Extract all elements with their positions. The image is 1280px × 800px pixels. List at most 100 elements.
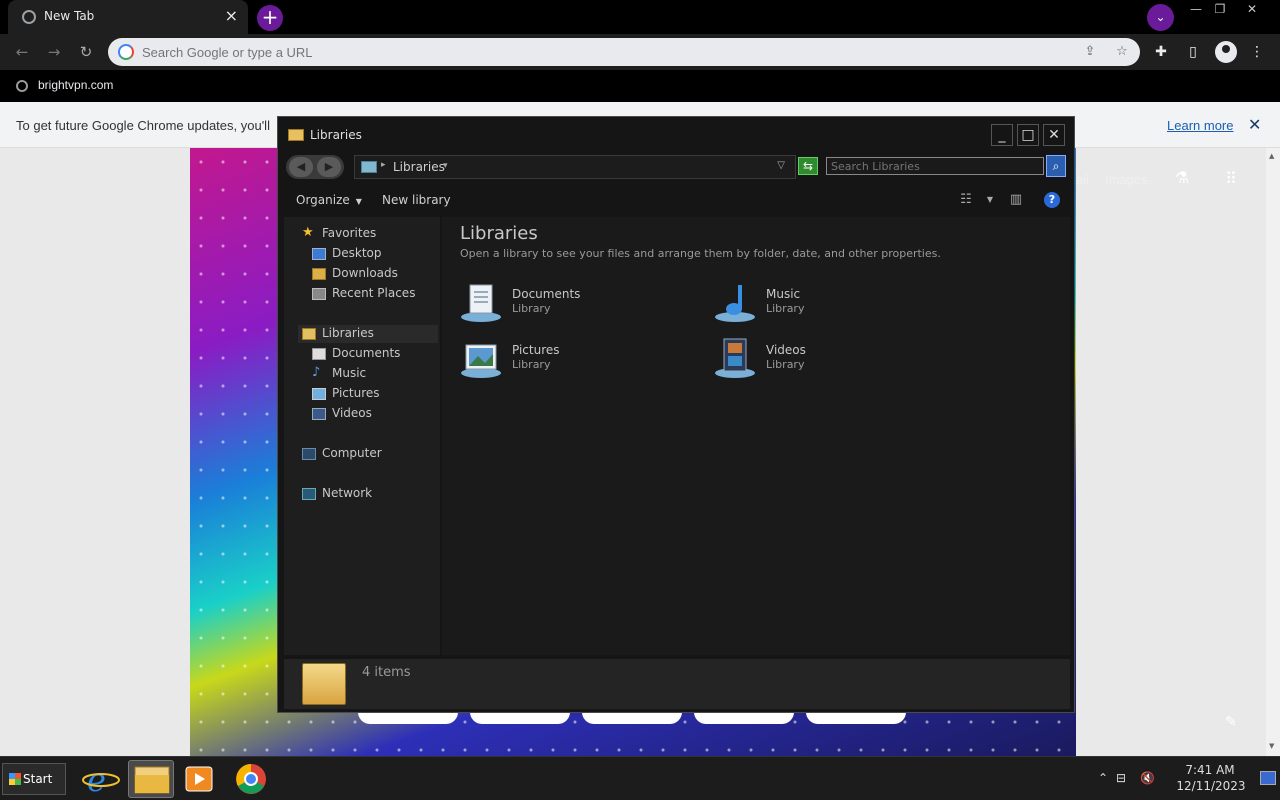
explorer-maximize-button[interactable]: □ xyxy=(1017,124,1039,146)
tab-search-chevron-icon[interactable]: ⌄ xyxy=(1147,4,1174,31)
file-explorer-icon[interactable] xyxy=(128,760,174,798)
show-desktop-icon[interactable] xyxy=(1260,771,1276,785)
breadcrumb-chevron-icon[interactable]: ▾ xyxy=(443,161,448,171)
reload-icon[interactable]: ↻ xyxy=(76,42,96,62)
tray-expand-icon[interactable]: ⌃ xyxy=(1098,771,1108,785)
nav-recent-places[interactable]: Recent Places xyxy=(312,285,432,303)
restore-icon[interactable]: ❐ xyxy=(1208,0,1232,20)
shortcut-tile[interactable] xyxy=(694,712,794,724)
nav-videos[interactable]: Videos xyxy=(312,405,432,423)
shortcut-tile[interactable] xyxy=(806,712,906,724)
forward-button[interactable]: ▶ xyxy=(317,157,341,177)
nav-favorites-label: Favorites xyxy=(322,226,377,240)
infobar-message: To get future Google Chrome updates, you… xyxy=(16,118,270,133)
windows-logo-icon xyxy=(9,773,21,785)
address-bar[interactable]: ▸ Libraries ▾ ▽ xyxy=(354,155,796,179)
infobar-close-icon[interactable]: ✕ xyxy=(1248,115,1261,134)
explorer-close-button[interactable]: ✕ xyxy=(1043,124,1065,146)
library-name: Pictures xyxy=(512,343,560,357)
extensions-icon[interactable]: ✚ xyxy=(1152,43,1170,61)
omnibox[interactable]: ⇪ ☆ xyxy=(108,38,1140,66)
library-type: Library xyxy=(512,302,551,315)
breadcrumb-arrow-icon[interactable]: ▸ xyxy=(381,160,386,170)
nav-pictures[interactable]: Pictures xyxy=(312,385,432,403)
bookmark-star-icon[interactable]: ☆ xyxy=(1114,44,1130,60)
address-dropdown-icon[interactable]: ▽ xyxy=(777,160,785,171)
item-count: 4 items xyxy=(362,665,411,680)
refresh-button[interactable]: ⇆ xyxy=(798,157,818,175)
minimize-icon[interactable]: — xyxy=(1184,0,1208,20)
clock-date[interactable]: 12/11/2023 xyxy=(1166,779,1256,793)
preview-pane-icon[interactable]: ▥ xyxy=(1008,192,1024,208)
explorer-minimize-button[interactable]: _ xyxy=(991,124,1013,146)
downloads-icon xyxy=(312,268,326,280)
computer-icon xyxy=(302,448,316,460)
nav-music[interactable]: ♪ Music xyxy=(312,365,432,383)
nav-computer[interactable]: Computer xyxy=(302,445,432,463)
library-documents[interactable]: Documents Library xyxy=(458,279,698,327)
shortcut-tile[interactable] xyxy=(470,712,570,724)
media-player-icon[interactable] xyxy=(176,760,222,798)
videos-library-icon xyxy=(715,338,755,378)
customize-pencil-icon[interactable]: ✎ xyxy=(1225,714,1237,730)
library-music[interactable]: Music Library xyxy=(712,279,952,327)
view-dropdown-icon[interactable]: ▼ xyxy=(982,192,998,208)
bookmark-brightvpn[interactable]: brightvpn.com xyxy=(38,78,113,92)
change-view-icon[interactable]: ☷ xyxy=(958,192,974,208)
taskbar: Start e ⌃ ⊟ 🔇 7:41 AM 12/11/2023 xyxy=(0,756,1280,800)
shortcut-tile[interactable] xyxy=(358,712,458,724)
profile-avatar[interactable] xyxy=(1215,41,1237,63)
side-panel-icon[interactable]: ▯ xyxy=(1184,43,1202,61)
scroll-down-icon[interactable]: ▼ xyxy=(1269,742,1274,750)
help-icon[interactable]: ? xyxy=(1044,192,1060,208)
nav-downloads[interactable]: Downloads xyxy=(312,265,432,283)
nav-downloads-label: Downloads xyxy=(332,266,398,280)
back-button[interactable]: ◀ xyxy=(289,157,313,177)
network-tray-icon[interactable]: ⊟ xyxy=(1116,771,1126,785)
tab-new-tab[interactable]: New Tab × xyxy=(8,0,248,34)
library-name: Music xyxy=(766,287,801,301)
share-icon[interactable]: ⇪ xyxy=(1082,44,1098,60)
new-tab-button[interactable]: + xyxy=(257,5,283,31)
page-scrollbar[interactable]: ▲ ▼ xyxy=(1266,148,1280,756)
new-library-button[interactable]: New library xyxy=(382,193,451,207)
explorer-window: Libraries _ □ ✕ ◀ ▶ ▸ Libraries ▾ ▽ ⇆ ⌕ … xyxy=(277,116,1075,713)
search-input[interactable] xyxy=(826,157,1044,175)
content-title: Libraries xyxy=(460,223,538,244)
close-window-icon[interactable]: ✕ xyxy=(1240,0,1264,20)
images-link[interactable]: Images xyxy=(1105,172,1148,187)
menu-icon[interactable]: ⋮ xyxy=(1248,43,1266,61)
library-pictures[interactable]: Pictures Library xyxy=(458,335,698,383)
organize-button[interactable]: Organize ▼ xyxy=(296,193,362,207)
shortcut-tile[interactable] xyxy=(582,712,682,724)
nav-desktop[interactable]: Desktop xyxy=(312,245,432,263)
learn-more-link[interactable]: Learn more xyxy=(1167,118,1233,133)
organize-label: Organize xyxy=(296,193,350,207)
search-icon[interactable]: ⌕ xyxy=(1046,155,1066,177)
volume-muted-icon[interactable]: 🔇 xyxy=(1140,771,1155,785)
breadcrumb-libraries[interactable]: Libraries xyxy=(393,160,445,174)
svg-text:e: e xyxy=(87,761,106,798)
scroll-up-icon[interactable]: ▲ xyxy=(1269,152,1274,160)
nav-network[interactable]: Network xyxy=(302,485,432,503)
internet-explorer-icon[interactable]: e xyxy=(78,760,124,799)
start-label: Start xyxy=(23,772,53,786)
library-type: Library xyxy=(512,358,551,371)
forward-arrow-icon[interactable]: → xyxy=(44,42,64,62)
back-arrow-icon[interactable]: ← xyxy=(12,42,32,62)
library-videos[interactable]: Videos Library xyxy=(712,335,952,383)
gmail-link[interactable]: ail xyxy=(1076,172,1089,187)
desktop-icon xyxy=(312,248,326,260)
start-button[interactable]: Start xyxy=(2,763,66,795)
chrome-taskbar-icon[interactable] xyxy=(228,760,274,798)
nav-documents[interactable]: Documents xyxy=(312,345,432,363)
content-subtitle: Open a library to see your files and arr… xyxy=(460,247,941,260)
nav-libraries[interactable]: Libraries xyxy=(298,325,438,343)
omnibox-input[interactable] xyxy=(142,42,1042,62)
apps-grid-icon[interactable]: ⠿ xyxy=(1222,170,1240,188)
nav-network-label: Network xyxy=(322,486,373,500)
close-tab-icon[interactable]: × xyxy=(225,7,238,25)
nav-favorites[interactable]: ★ Favorites xyxy=(302,225,432,243)
labs-flask-icon[interactable]: ⚗ xyxy=(1172,168,1192,190)
clock-time[interactable]: 7:41 AM xyxy=(1180,763,1240,777)
